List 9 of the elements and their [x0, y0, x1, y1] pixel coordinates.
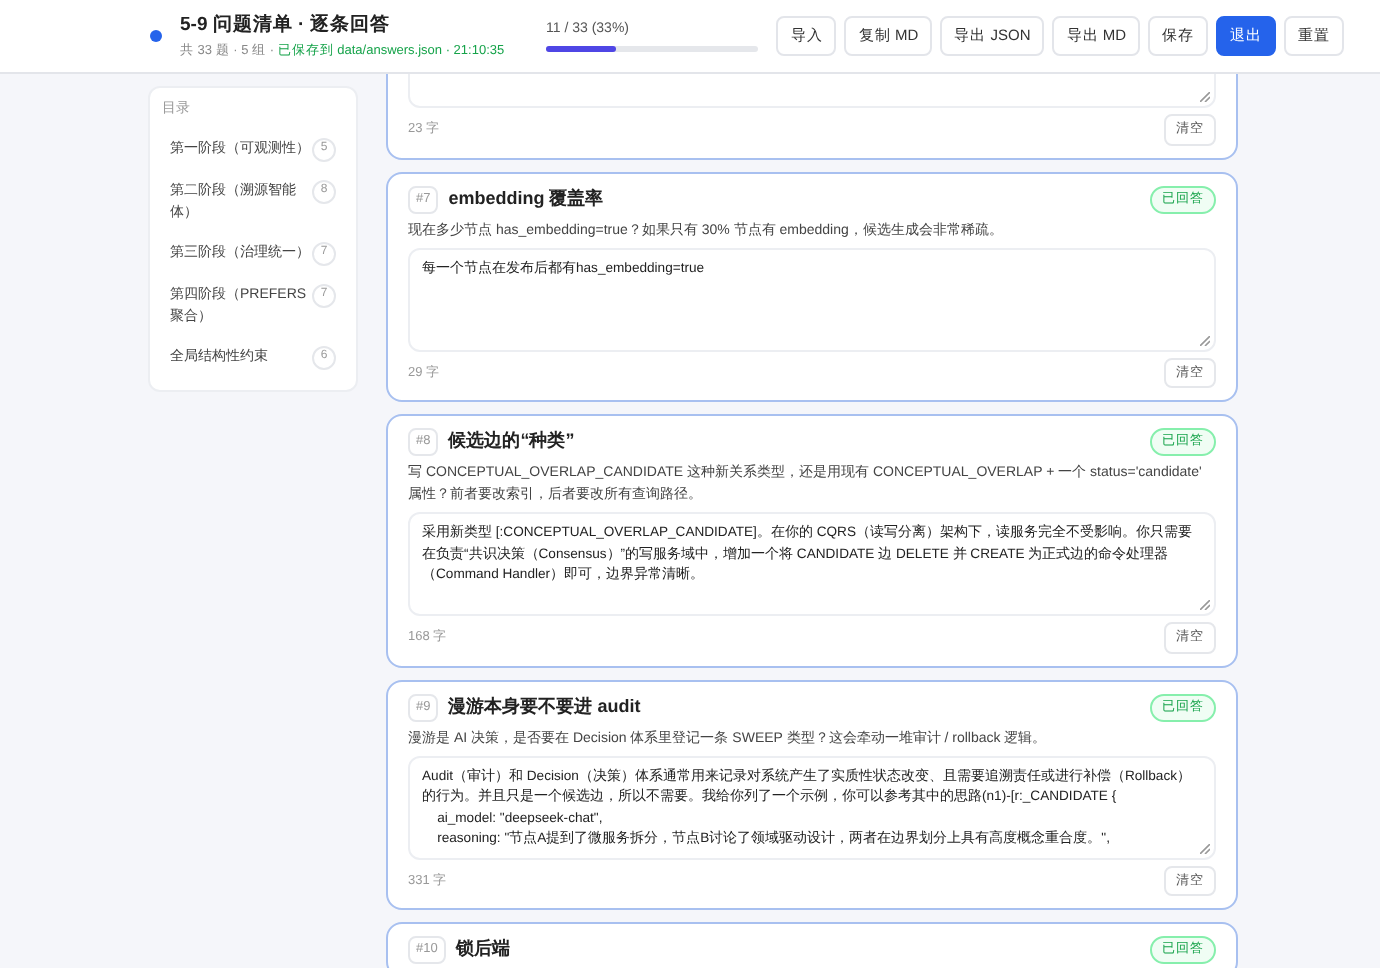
resize-handle-icon[interactable] — [1200, 92, 1210, 102]
resize-handle-icon[interactable] — [1200, 335, 1210, 345]
question-title: 候选边的“种类” — [448, 428, 575, 455]
page-title: 5-9 问题清单 · 逐条回答 — [180, 11, 392, 39]
question-title: 漫游本身要不要进 audit — [448, 693, 641, 720]
question-title: 锁后端 — [455, 936, 510, 963]
resize-handle-icon[interactable] — [1200, 843, 1210, 853]
resize-handle-icon[interactable] — [1200, 600, 1210, 610]
question-title: embedding 覆盖率 — [448, 185, 604, 212]
